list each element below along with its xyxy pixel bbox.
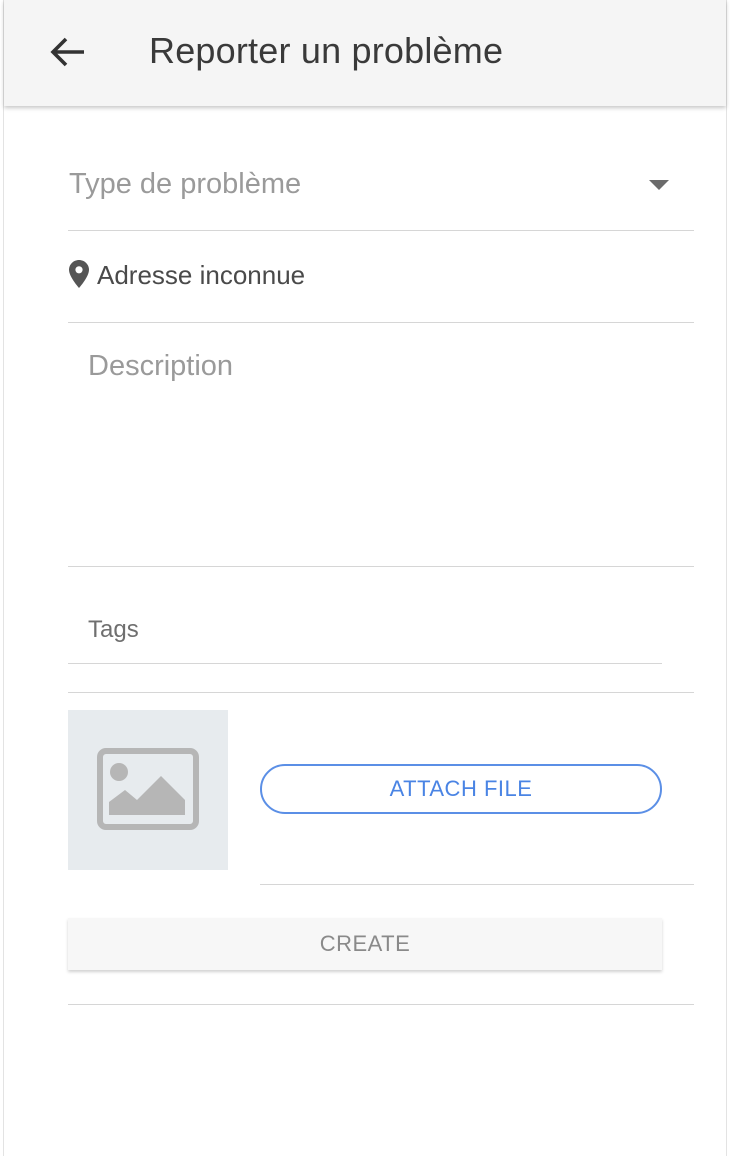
attach-file-button[interactable]: ATTACH FILE xyxy=(260,764,662,814)
address-label: Adresse inconnue xyxy=(97,260,306,290)
problem-type-select[interactable]: Type de problème xyxy=(68,150,694,230)
back-button[interactable] xyxy=(44,28,92,76)
divider xyxy=(68,322,694,323)
description-field[interactable] xyxy=(68,332,694,566)
location-pin-icon xyxy=(69,260,89,288)
create-button[interactable]: CREATE xyxy=(68,918,662,970)
app-bar: Reporter un problème xyxy=(4,0,726,106)
divider xyxy=(260,884,694,885)
tags-input[interactable] xyxy=(68,596,662,664)
caret-down-icon xyxy=(649,180,669,190)
image-placeholder-icon xyxy=(97,748,199,830)
divider xyxy=(68,566,694,567)
divider xyxy=(68,230,694,231)
page-title: Reporter un problème xyxy=(149,30,504,71)
report-problem-screen: Reporter un problème Type de problème Ad… xyxy=(3,0,727,1156)
divider xyxy=(68,1004,694,1005)
problem-type-placeholder: Type de problème xyxy=(69,168,302,200)
divider xyxy=(68,692,694,693)
arrow-left-icon xyxy=(50,37,84,67)
attachment-thumbnail xyxy=(68,710,228,870)
